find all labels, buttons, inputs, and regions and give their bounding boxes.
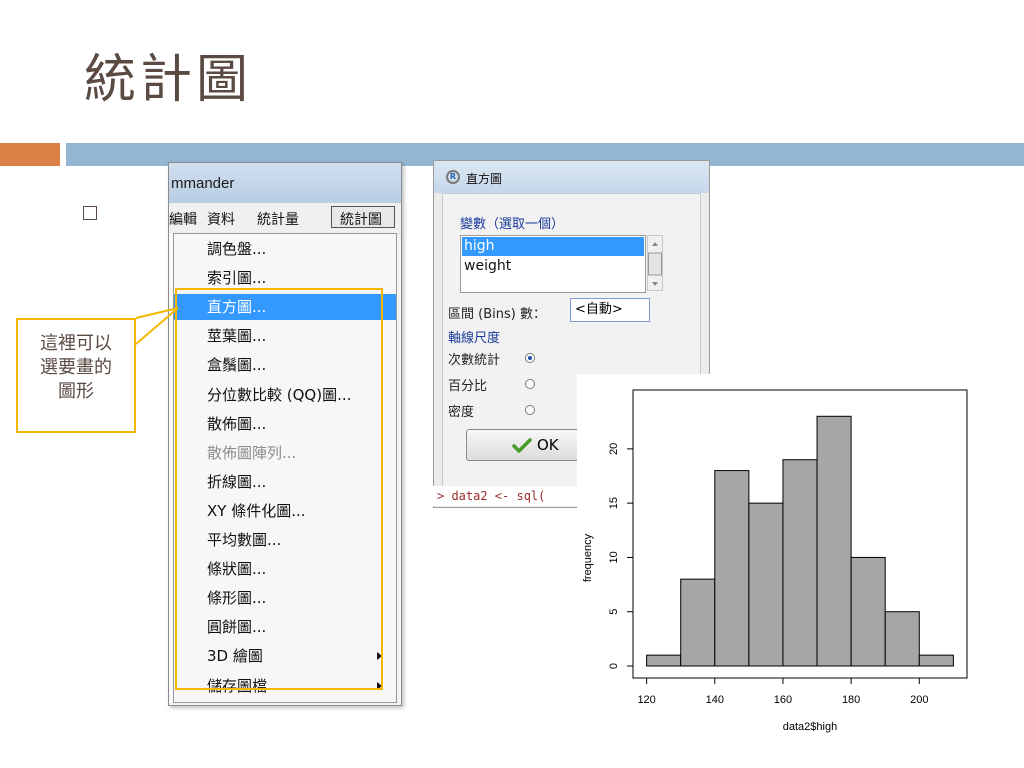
highlight-frame-menu <box>175 288 383 690</box>
y-tick-label: 15 <box>608 497 620 509</box>
y-axis-label: frequency <box>582 533 594 582</box>
listbox-scrollbar[interactable] <box>647 235 663 291</box>
menu-graphs-label: 統計圖 <box>340 212 382 228</box>
histogram-bar <box>850 556 886 667</box>
histogram-plot-window: 120 140 160 180 200 0 5 10 15 20 data2$high frequen… <box>577 374 977 744</box>
rcmdr-titlebar[interactable]: mmander <box>169 163 401 203</box>
accent-band-orange <box>0 143 60 166</box>
histogram-bar <box>816 415 852 667</box>
histogram-bar <box>918 654 954 667</box>
console-line: > data2 <- sql( <box>437 489 546 503</box>
y-tick-label: 10 <box>608 551 620 563</box>
y-tick-label: 20 <box>608 443 620 455</box>
radio-percent[interactable] <box>525 379 535 389</box>
y-tick-label: 5 <box>608 609 620 615</box>
menu-item-label: 調色盤... <box>207 240 267 258</box>
histogram-chart: 120 140 160 180 200 0 5 10 15 20 data2$high frequen… <box>582 389 968 733</box>
rcmdr-title: mmander <box>171 175 235 192</box>
menu-item-label: 索引圖... <box>207 269 267 288</box>
callout-line-1: 這裡可以 <box>40 333 112 354</box>
x-axis-label: data2$high <box>783 721 837 733</box>
histogram-bar <box>884 611 920 667</box>
x-tick-label: 160 <box>774 694 792 706</box>
bins-input[interactable]: <自動> <box>570 298 650 322</box>
bullet-square-icon <box>83 206 97 220</box>
histogram-bar <box>748 502 784 667</box>
radio-density[interactable] <box>525 405 535 415</box>
menu-item[interactable]: 調色盤... <box>174 236 396 262</box>
checkmark-icon <box>512 438 532 453</box>
callout-box: 這裡可以 選要畫的 圖形 <box>16 318 136 433</box>
x-tick-label: 120 <box>637 694 655 706</box>
histogram-bar <box>714 470 750 667</box>
menu-statistics[interactable]: 統計量 <box>257 209 299 229</box>
histogram-bar <box>680 578 716 667</box>
histogram-bar <box>646 654 682 667</box>
callout-line-3: 圖形 <box>58 381 94 402</box>
variable-item-high[interactable]: high <box>462 237 644 256</box>
radio-frequency[interactable] <box>525 353 535 363</box>
y-tick-label: 0 <box>608 663 620 669</box>
bins-label: 區間 (Bins) 數： <box>448 307 546 322</box>
x-tick-label: 200 <box>910 694 928 706</box>
r-logo-icon: R <box>446 170 460 184</box>
option-frequency-label: 次數統計 <box>448 353 501 368</box>
rcmdr-menubar: 編輯 資料 統計量 統計圖 <box>169 203 401 234</box>
x-tick-label: 140 <box>706 694 724 706</box>
histogram-bar <box>782 459 818 667</box>
callout-line-2: 選要畫的 <box>40 357 112 378</box>
dialog-titlebar[interactable]: R 直方圖 <box>434 161 709 193</box>
option-density-label: 密度 <box>448 405 475 420</box>
x-tick-label: 180 <box>842 694 860 706</box>
option-percent-label: 百分比 <box>448 379 488 394</box>
menu-edit[interactable]: 編輯 <box>169 209 197 229</box>
callout-pointer <box>135 307 179 345</box>
variable-label: 變數（選取一個） <box>460 217 565 232</box>
axis-scale-label: 軸線尺度 <box>448 331 501 346</box>
variable-listbox[interactable]: high weight <box>460 235 646 293</box>
ok-label: OK <box>537 436 559 454</box>
ok-button[interactable]: OK <box>466 429 586 461</box>
variable-item-weight[interactable]: weight <box>462 257 644 276</box>
menu-data[interactable]: 資料 <box>207 209 235 229</box>
slide-title: 統計圖 <box>84 50 253 110</box>
dialog-title: 直方圖 <box>466 172 503 186</box>
menu-graphs-active[interactable]: 統計圖 <box>331 206 395 228</box>
